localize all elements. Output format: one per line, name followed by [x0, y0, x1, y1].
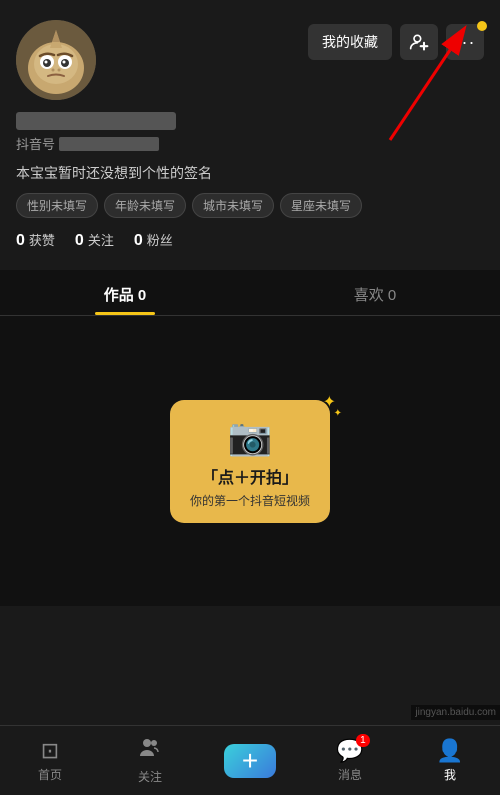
- star-icon-2: ✦: [334, 408, 342, 419]
- tabs-bar: 作品 0 喜欢 0: [0, 270, 500, 316]
- stats-row: 0 获赞 0 关注 0 粉丝: [16, 230, 484, 250]
- notification-dot: [477, 21, 487, 31]
- cta-card[interactable]: 📷 ✦ ✦ 「点＋开拍」 你的第一个抖音短视频: [170, 400, 330, 523]
- cta-title: 「点＋开拍」: [184, 464, 316, 488]
- stat-following[interactable]: 0 关注: [75, 230, 114, 250]
- likes-label: 获赞: [29, 230, 55, 249]
- profile-icon: 👤: [436, 738, 463, 764]
- tag-age[interactable]: 年龄未填写: [104, 193, 186, 218]
- profile-top-row: 我的收藏 ···: [16, 20, 484, 100]
- content-area: 📷 ✦ ✦ 「点＋开拍」 你的第一个抖音短视频: [0, 316, 500, 606]
- username-blurred: [16, 112, 176, 130]
- home-icon: ⊡: [41, 738, 59, 764]
- tab-likes-label: 喜欢 0: [354, 287, 397, 304]
- tags-row: 性别未填写 年龄未填写 城市未填写 星座未填写: [16, 193, 484, 218]
- following-count: 0: [75, 232, 84, 250]
- tab-likes[interactable]: 喜欢 0: [250, 270, 500, 315]
- tab-works[interactable]: 作品 0: [0, 270, 250, 315]
- plus-icon: +: [242, 745, 258, 777]
- tag-city[interactable]: 城市未填写: [192, 193, 274, 218]
- douyin-id-label: 抖音号: [16, 134, 55, 153]
- favorite-button[interactable]: 我的收藏: [308, 24, 392, 60]
- nav-home[interactable]: ⊡ 首页: [20, 738, 80, 783]
- douyin-id-row: 抖音号: [16, 134, 484, 153]
- header-actions: 我的收藏 ···: [308, 24, 484, 60]
- dot-icon: ···: [455, 32, 476, 53]
- douyin-id-value: [59, 137, 159, 151]
- followers-label: 粉丝: [147, 230, 173, 249]
- nav-messages-label: 消息: [338, 766, 362, 783]
- bottom-nav: ⊡ 首页 关注 + 💬 1 消息 👤 我: [0, 725, 500, 795]
- avatar[interactable]: [16, 20, 96, 100]
- tab-works-label: 作品 0: [104, 287, 147, 304]
- profile-section: 我的收藏 ··· 抖音号 本宝宝暂时还没想到个性的签名 性别未填写: [0, 0, 500, 270]
- nav-create[interactable]: +: [220, 744, 280, 778]
- message-badge: 1: [356, 734, 370, 747]
- nav-follow[interactable]: 关注: [120, 736, 180, 785]
- tag-zodiac[interactable]: 星座未填写: [280, 193, 362, 218]
- tab-underline: [95, 312, 155, 315]
- following-label: 关注: [88, 230, 114, 249]
- cta-icon: 📷: [184, 416, 316, 458]
- add-friend-button[interactable]: [400, 24, 438, 60]
- watermark: jingyan.baidu.com: [411, 705, 500, 720]
- stat-followers[interactable]: 0 粉丝: [134, 230, 173, 250]
- create-button[interactable]: +: [224, 744, 276, 778]
- username-row: [16, 112, 484, 130]
- cta-subtitle: 你的第一个抖音短视频: [184, 492, 316, 509]
- more-button[interactable]: ···: [446, 24, 484, 60]
- nav-profile-label: 我: [444, 766, 456, 783]
- nav-follow-label: 关注: [138, 768, 162, 785]
- messages-wrapper: 💬 1: [336, 738, 363, 764]
- nav-profile[interactable]: 👤 我: [420, 738, 480, 783]
- follow-icon: [138, 736, 162, 766]
- nav-home-label: 首页: [38, 766, 62, 783]
- stat-likes[interactable]: 0 获赞: [16, 230, 55, 250]
- followers-count: 0: [134, 232, 143, 250]
- tag-gender[interactable]: 性别未填写: [16, 193, 98, 218]
- nav-messages[interactable]: 💬 1 消息: [320, 738, 380, 783]
- likes-count: 0: [16, 232, 25, 250]
- bio-text: 本宝宝暂时还没想到个性的签名: [16, 163, 484, 183]
